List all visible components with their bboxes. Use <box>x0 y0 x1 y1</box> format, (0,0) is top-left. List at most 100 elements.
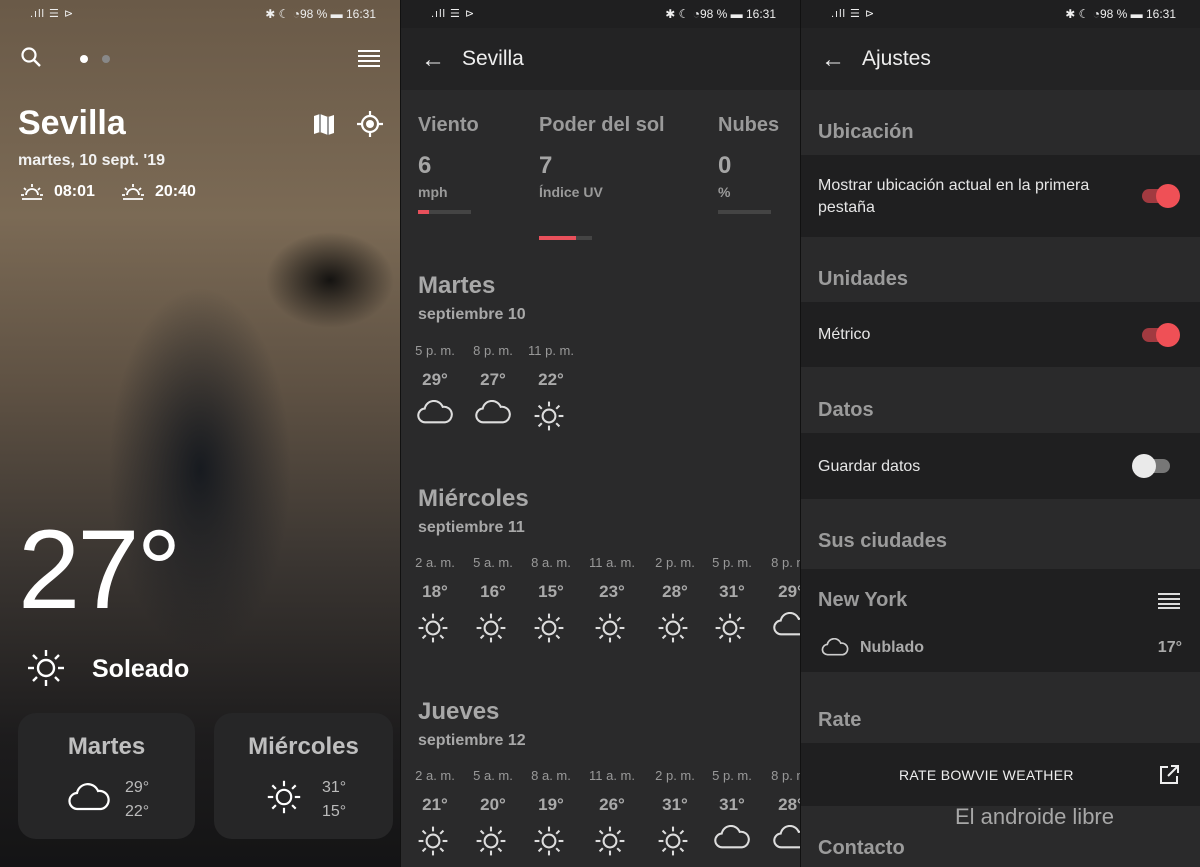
hour-column: 2 a. m. 21° <box>405 768 465 856</box>
card-high: 31° <box>322 779 347 796</box>
drag-handle-icon[interactable] <box>1158 593 1180 609</box>
sun-icon <box>657 612 693 643</box>
hour-column: 5 p. m. 29° <box>405 343 465 430</box>
status-right: ✱ ☾ ◔98 % ▬ 16:31 <box>265 7 376 21</box>
page-title: Sevilla <box>462 47 524 70</box>
hour-temp: 22° <box>538 370 564 389</box>
menu-icon[interactable] <box>358 49 380 67</box>
day-date: septiembre 12 <box>418 732 526 749</box>
city-temp: 17° <box>1157 639 1182 656</box>
cloud-icon <box>773 825 800 855</box>
sunset-icon <box>121 181 145 201</box>
hour-column: 11 a. m. 23° <box>582 555 642 643</box>
setting-guardar[interactable]: Guardar datos <box>801 433 1200 499</box>
metric-toggle[interactable] <box>1142 323 1180 347</box>
cloud-icon <box>773 612 800 642</box>
forecast-card-martes[interactable]: Martes 29° 22° <box>18 713 195 839</box>
stat-label: Viento <box>418 114 479 136</box>
status-bar: .ıll ☰ ⊳ ✱ ☾ ◔98 % ▬ 16:31 <box>401 0 800 28</box>
hour-temp: 31° <box>719 582 745 601</box>
sun-icon <box>594 612 630 643</box>
open-external-icon[interactable] <box>1158 764 1180 786</box>
app-bar: ← Ajustes <box>801 28 1200 90</box>
sun-icon <box>533 400 569 431</box>
setting-metrico[interactable]: Métrico <box>801 302 1200 367</box>
city-detail-screen: .ıll ☰ ⊳ ✱ ☾ ◔98 % ▬ 16:31 ← Sevilla Vie… <box>401 0 800 867</box>
hour-label: 2 p. m. <box>655 555 695 570</box>
show-location-toggle[interactable] <box>1142 184 1180 208</box>
day-block-1: Miércoles septiembre 11 <box>418 485 529 537</box>
status-signal: .ıll ☰ ⊳ <box>831 8 876 20</box>
rate-row[interactable]: RATE BOWVIE WEATHER <box>801 743 1200 806</box>
back-arrow-icon[interactable]: ← <box>421 46 445 74</box>
hour-temp: 29° <box>422 370 448 389</box>
hour-column: 8 a. m. 19° <box>521 768 581 856</box>
section-datos: Datos <box>818 399 874 421</box>
card-day: Martes <box>67 733 146 760</box>
map-icon[interactable] <box>313 112 335 136</box>
sun-icon <box>26 648 66 688</box>
hour-label: 5 a. m. <box>473 768 513 783</box>
hour-column: 5 a. m. 20° <box>463 768 523 856</box>
hour-label: 5 a. m. <box>473 555 513 570</box>
hour-label: 8 p. m. <box>473 343 513 358</box>
stat-bar-clouds <box>718 210 771 214</box>
locate-icon[interactable] <box>357 111 383 137</box>
city-name: New York <box>818 589 908 611</box>
hour-label: 5 p. m. <box>712 555 752 570</box>
page-title: Ajustes <box>862 47 931 70</box>
status-bar: .ıll ☰ ⊳ ✱ ☾ ◔98 % ▬ 16:31 <box>801 0 1200 28</box>
rate-button[interactable]: RATE BOWVIE WEATHER <box>899 767 1074 783</box>
city-item-new-york[interactable]: New York Nublado 17° <box>801 569 1200 672</box>
status-right: ✱ ☾ ◔98 % ▬ 16:31 <box>665 7 776 21</box>
hour-temp: 23° <box>599 582 625 601</box>
status-signal: .ıll ☰ ⊳ <box>431 8 476 20</box>
condition-label: Soleado <box>92 655 190 683</box>
cloud-icon <box>68 783 110 811</box>
cloud-icon <box>475 400 511 430</box>
save-data-toggle[interactable] <box>1132 454 1170 478</box>
sun-icon <box>714 612 750 643</box>
hour-temp: 20° <box>480 795 506 814</box>
stat-value: 6 <box>418 152 432 179</box>
hour-column: 8 p. m. 29° <box>761 555 800 642</box>
status-signal: .ıll ☰ ⊳ <box>30 8 75 20</box>
day-date: septiembre 10 <box>418 306 526 323</box>
setting-label: Métrico <box>818 326 871 343</box>
page-indicator[interactable] <box>79 54 115 64</box>
stat-unit: Índice UV <box>539 184 603 200</box>
search-icon[interactable] <box>20 46 42 68</box>
sun-icon <box>475 612 511 643</box>
hour-column: 5 p. m. 31° <box>702 768 762 855</box>
stat-value: 7 <box>539 152 553 179</box>
hour-temp: 27° <box>480 370 506 389</box>
city-condition: Nublado <box>860 639 924 656</box>
city-name: Sevilla <box>18 104 126 142</box>
hour-temp: 26° <box>599 795 625 814</box>
card-high: 29° <box>125 779 150 796</box>
hour-column: 2 p. m. 28° <box>645 555 705 643</box>
hour-column: 11 a. m. 26° <box>582 768 642 856</box>
section-unidades: Unidades <box>818 268 909 290</box>
watermark-logo: El androide libre <box>955 804 1114 829</box>
stat-bar-wind <box>418 210 471 214</box>
day-title: Miércoles <box>418 485 529 512</box>
current-temperature: 27° <box>18 507 181 632</box>
sun-icon <box>594 825 630 856</box>
sun-icon <box>475 825 511 856</box>
hour-column: 2 a. m. 18° <box>405 555 465 643</box>
card-low: 22° <box>125 803 150 820</box>
hour-temp: 16° <box>480 582 506 601</box>
hour-label: 11 a. m. <box>588 555 635 570</box>
hour-label: 11 p. m. <box>527 343 574 358</box>
back-arrow-icon[interactable]: ← <box>821 46 845 74</box>
setting-show-location[interactable]: Mostrar ubicación actual en la primera p… <box>801 155 1200 237</box>
hour-label: 8 a. m. <box>531 768 571 783</box>
hour-temp: 18° <box>422 582 448 601</box>
forecast-card-miercoles[interactable]: Miércoles 31° 15° <box>214 713 393 839</box>
day-block-2: Jueves septiembre 12 <box>418 698 526 750</box>
section-ubicacion: Ubicación <box>818 121 914 143</box>
stat-unit: mph <box>418 184 448 200</box>
hour-temp: 28° <box>778 795 800 814</box>
sunrise-time: 08:01 <box>54 183 95 200</box>
